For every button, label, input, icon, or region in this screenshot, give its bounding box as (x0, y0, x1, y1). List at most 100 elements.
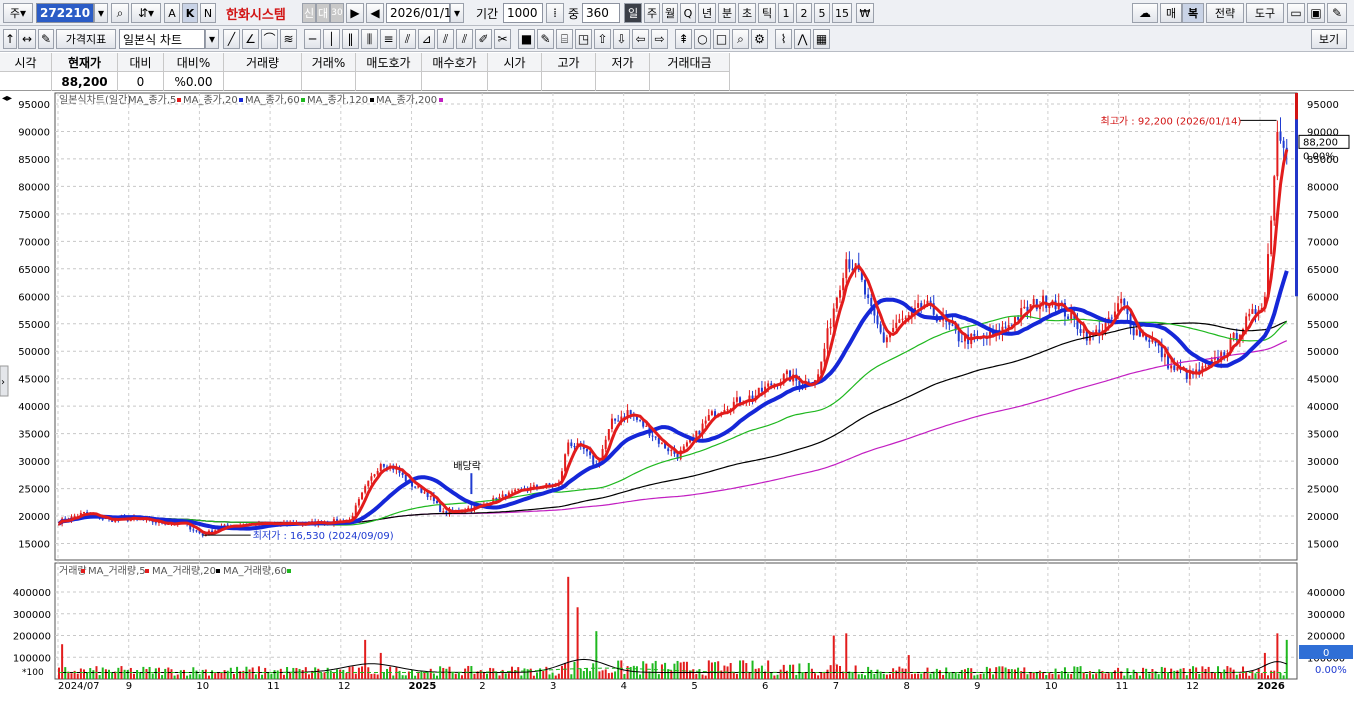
price-tick-right: 50000 (1307, 347, 1339, 358)
edit-icon[interactable]: ✎ (38, 29, 54, 49)
volume-bar (779, 669, 782, 679)
triangle-icon[interactable]: ⊿ (418, 29, 435, 49)
buy-sell-button[interactable]: 매 (1160, 3, 1182, 23)
market-selector[interactable]: 주 ▾ (3, 3, 33, 23)
view-button[interactable]: 보기 (1311, 29, 1347, 49)
price-high-bar (1295, 93, 1298, 120)
arrow-left-icon[interactable]: ⇦ (632, 29, 649, 49)
play-forward-icon[interactable]: ▶ (346, 3, 364, 23)
pencil-icon[interactable]: ✐ (475, 29, 492, 49)
arc-icon[interactable]: ⌒ (261, 29, 278, 49)
up-arrow-icon[interactable]: ↑ (3, 29, 17, 49)
timeframe-second-button[interactable]: 초 (738, 3, 756, 23)
color-fill-icon[interactable]: ■ (518, 29, 535, 49)
volume-bar (189, 674, 192, 679)
stock-code-input[interactable]: 272210 (36, 3, 94, 23)
mode-n-button[interactable]: N (200, 3, 216, 23)
settings-icon[interactable]: ⚙ (751, 29, 768, 49)
currency-icon[interactable]: ₩ (856, 3, 874, 23)
price-tick-right: 35000 (1307, 430, 1339, 441)
count-input[interactable]: 360 (582, 3, 620, 23)
stock-chart[interactable]: 95000 9500090000 9000085000 8500080000 80000… (0, 91, 1354, 701)
parallel-lines-icon[interactable]: ‖ (342, 29, 359, 49)
interval-15-button[interactable]: 15 (832, 3, 852, 23)
mode-a-button[interactable]: A (164, 3, 180, 23)
candle-body (867, 294, 870, 298)
expand-arrows-icon[interactable]: ↔ (18, 29, 36, 49)
channel-icon[interactable]: ⫼ (361, 29, 378, 49)
flag-icon[interactable]: ⇞ (675, 29, 692, 49)
table-icon[interactable]: ⌸ (556, 29, 573, 49)
volume-bar (86, 671, 89, 679)
calendar-dropdown-icon[interactable]: ▾ (450, 3, 464, 23)
peak-icon[interactable]: ⋀ (794, 29, 811, 49)
interval-2-button[interactable]: 2 (796, 3, 812, 23)
folder-icon[interactable]: ▭ (1287, 3, 1305, 23)
volume-bar (714, 662, 717, 679)
date-input[interactable]: 2026/01/15 (386, 3, 459, 23)
volume-bar (592, 663, 595, 679)
volume-bar (198, 674, 201, 679)
time-tick-label: 3 (550, 681, 556, 692)
arrow-right-icon[interactable]: ⇨ (651, 29, 668, 49)
timeframe-quarter-button[interactable]: Q (680, 3, 696, 23)
angle-line-icon[interactable]: ∠ (242, 29, 259, 49)
wrench-icon[interactable]: ✎ (1327, 3, 1347, 23)
volume-bar (770, 672, 773, 679)
legend-swatch (370, 98, 374, 102)
multi-button[interactable]: 복 (1182, 3, 1204, 23)
candle-body (839, 290, 842, 298)
volume-bar (835, 664, 838, 679)
chart-type-select[interactable]: 일본식 차트 (119, 29, 205, 49)
arrow-down-icon[interactable]: ⇩ (613, 29, 630, 49)
indicator-button[interactable]: 가격지표 (56, 29, 116, 49)
search-icon[interactable]: ⌕ (111, 3, 129, 23)
candle-body (735, 397, 738, 402)
candle-body (710, 411, 713, 416)
multi-lines-icon[interactable]: ⫽ (456, 29, 473, 49)
price-tick-right: 15000 (1307, 540, 1339, 551)
vertical-line-icon[interactable]: │ (323, 29, 340, 49)
grid-lines-icon[interactable]: ≡ (380, 29, 397, 49)
quote-col-4-header: 대비% (164, 53, 224, 72)
timeframe-day-button[interactable]: 일 (624, 3, 642, 23)
interval-5-button[interactable]: 5 (814, 3, 830, 23)
tools-button[interactable]: 도구 (1246, 3, 1284, 23)
timeframe-year-button[interactable]: 년 (698, 3, 716, 23)
volume-bar (979, 673, 982, 679)
timeframe-tick-button[interactable]: 틱 (758, 3, 776, 23)
cross-lines-icon[interactable]: ⫽ (437, 29, 454, 49)
save-icon[interactable]: ▣ (1307, 3, 1325, 23)
scissors-icon[interactable]: ✂ (494, 29, 511, 49)
timeframe-month-button[interactable]: 월 (662, 3, 678, 23)
sort-icon[interactable]: ⇵▾ (131, 3, 161, 23)
grid-icon[interactable]: ▦ (813, 29, 830, 49)
period-input[interactable]: 1000 (503, 3, 543, 23)
chart-type-dropdown-icon[interactable]: ▾ (205, 29, 219, 49)
candle-body (101, 518, 104, 520)
chart-settings-icon[interactable]: ⁞ (546, 3, 564, 23)
play-back-icon[interactable]: ◀ (366, 3, 384, 23)
timeframe-week-button[interactable]: 주 (644, 3, 660, 23)
marker-icon[interactable]: ✎ (537, 29, 554, 49)
circle-icon[interactable]: ○ (694, 29, 711, 49)
arrow-up-icon[interactable]: ⇧ (594, 29, 611, 49)
candle-body (829, 326, 832, 329)
trendline-icon[interactable]: ╱ (223, 29, 240, 49)
interval-1-button[interactable]: 1 (778, 3, 794, 23)
rectangle-icon[interactable]: □ (713, 29, 730, 49)
timeframe-minute-button[interactable]: 분 (718, 3, 736, 23)
box-select-icon[interactable]: ◳ (575, 29, 592, 49)
fibonacci-icon[interactable]: ≋ (280, 29, 297, 49)
horizontal-line-icon[interactable]: ─ (304, 29, 321, 49)
volume-bar (976, 674, 979, 679)
strategy-button[interactable]: 전략 (1206, 3, 1244, 23)
cloud-icon[interactable]: ☁ (1132, 3, 1158, 23)
volume-bar (504, 673, 507, 679)
mode-k-button[interactable]: K (182, 3, 198, 23)
code-dropdown-button[interactable]: ▾ (94, 3, 108, 23)
zoom-icon[interactable]: ⌕ (732, 29, 749, 49)
price-tick-right: 80000 (1307, 182, 1339, 193)
wave-icon[interactable]: ⌇ (775, 29, 792, 49)
fan-lines-icon[interactable]: ⫽ (399, 29, 416, 49)
